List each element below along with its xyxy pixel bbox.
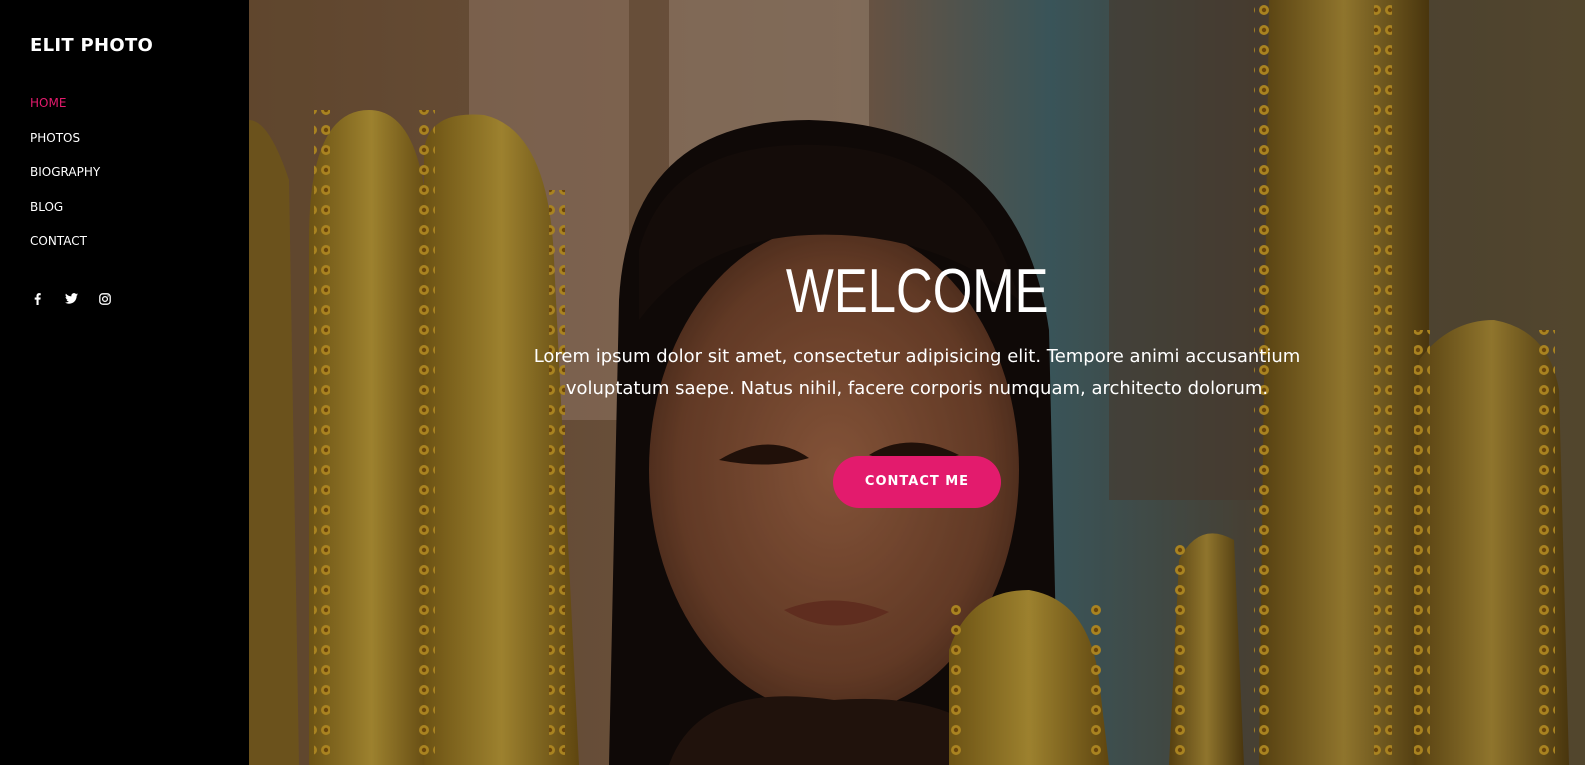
nav-item-photos: PHOTOS (30, 127, 249, 162)
nav-item-biography: BIOGRAPHY (30, 161, 249, 196)
nav-link-blog[interactable]: BLOG (30, 199, 63, 215)
twitter-icon[interactable] (64, 292, 78, 306)
sidebar: ELIT PHOTO HOME PHOTOS BIOGRAPHY BLOG CO… (0, 0, 249, 765)
nav-item-blog: BLOG (30, 196, 249, 231)
nav-link-contact[interactable]: CONTACT (30, 233, 87, 249)
hero-content: WELCOME Lorem ipsum dolor sit amet, cons… (249, 255, 1585, 508)
main-nav: HOME PHOTOS BIOGRAPHY BLOG CONTACT (30, 92, 249, 265)
nav-link-home[interactable]: HOME (30, 95, 66, 111)
brand-logo[interactable]: ELIT PHOTO (30, 35, 249, 56)
nav-item-home: HOME (30, 92, 249, 127)
hero-description: Lorem ipsum dolor sit amet, consectetur … (533, 346, 1301, 399)
facebook-icon[interactable] (30, 292, 44, 306)
nav-link-photos[interactable]: PHOTOS (30, 130, 80, 146)
page: ELIT PHOTO HOME PHOTOS BIOGRAPHY BLOG CO… (0, 0, 1585, 765)
instagram-icon[interactable] (98, 292, 112, 306)
contact-me-button[interactable]: CONTACT ME (832, 456, 1002, 508)
hero-title: WELCOME (785, 257, 1049, 326)
nav-item-contact: CONTACT (30, 230, 249, 265)
nav-link-biography[interactable]: BIOGRAPHY (30, 164, 100, 180)
hero-section: WELCOME Lorem ipsum dolor sit amet, cons… (249, 0, 1585, 765)
social-links (30, 292, 249, 306)
